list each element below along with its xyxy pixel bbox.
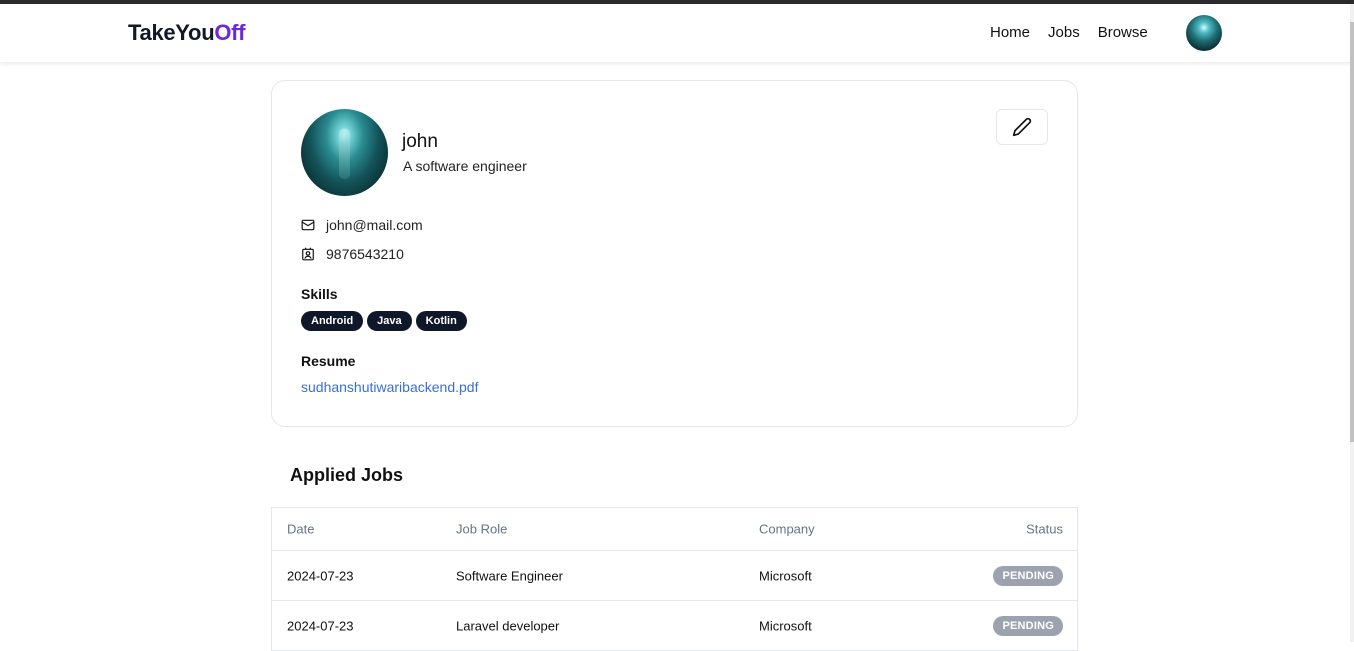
applied-jobs-table: Date Job Role Company Status 2024-07-23 … (271, 507, 1078, 651)
nav-link-browse[interactable]: Browse (1098, 24, 1148, 41)
column-header-company: Company (759, 521, 815, 537)
table-row[interactable]: 2024-07-23 Software Engineer Microsoft P… (272, 551, 1077, 601)
navbar: TakeYouOff Home Jobs Browse (0, 4, 1354, 62)
skills-heading: Skills (301, 286, 338, 302)
nav-link-home[interactable]: Home (990, 24, 1030, 41)
column-header-status: Status (1026, 521, 1063, 537)
user-avatar-button[interactable] (1186, 15, 1222, 51)
profile-phone: 9876543210 (326, 246, 404, 262)
profile-bio: A software engineer (403, 158, 527, 174)
profile-name: john (402, 131, 438, 152)
resume-link[interactable]: sudhanshutiwaribackend.pdf (301, 379, 478, 395)
pencil-icon (1012, 117, 1032, 137)
profile-card: john A software engineer john@mail.com 9… (271, 80, 1078, 427)
cell-date: 2024-07-23 (287, 568, 354, 583)
status-badge: PENDING (993, 565, 1063, 586)
skill-badge: Java (367, 311, 412, 331)
brand-text-primary: TakeYou (128, 20, 215, 45)
applied-jobs-heading: Applied Jobs (290, 465, 404, 485)
contact-card-icon (302, 247, 314, 261)
column-header-date: Date (287, 521, 315, 537)
page-scrollbar[interactable] (1350, 4, 1354, 642)
table-row[interactable]: 2024-07-23 Laravel developer Microsoft P… (272, 601, 1077, 651)
table-header: Date Job Role Company Status (272, 508, 1077, 551)
scrollbar-thumb[interactable] (1350, 22, 1354, 442)
cell-company: Microsoft (759, 568, 812, 583)
nav-links: Home Jobs Browse (990, 24, 1148, 41)
nav-link-jobs[interactable]: Jobs (1048, 24, 1080, 41)
resume-heading: Resume (301, 353, 356, 369)
phone-row: 9876543210 (301, 246, 404, 262)
skills-list: Android Java Kotlin (301, 311, 467, 331)
cell-company: Microsoft (759, 618, 812, 633)
profile-avatar (301, 109, 388, 196)
brand-text-accent: Off (214, 20, 246, 45)
profile-email: john@mail.com (326, 217, 423, 233)
edit-profile-button[interactable] (996, 109, 1048, 145)
cell-job-role: Software Engineer (456, 568, 563, 583)
brand-logo[interactable]: TakeYouOff (128, 20, 246, 46)
email-row: john@mail.com (301, 217, 423, 233)
cell-job-role: Laravel developer (456, 618, 560, 633)
cell-date: 2024-07-23 (287, 618, 354, 633)
column-header-job-role: Job Role (456, 521, 508, 537)
skill-badge: Android (301, 311, 364, 331)
skill-badge: Kotlin (415, 311, 467, 331)
status-badge: PENDING (993, 615, 1063, 636)
mail-icon (301, 219, 315, 231)
